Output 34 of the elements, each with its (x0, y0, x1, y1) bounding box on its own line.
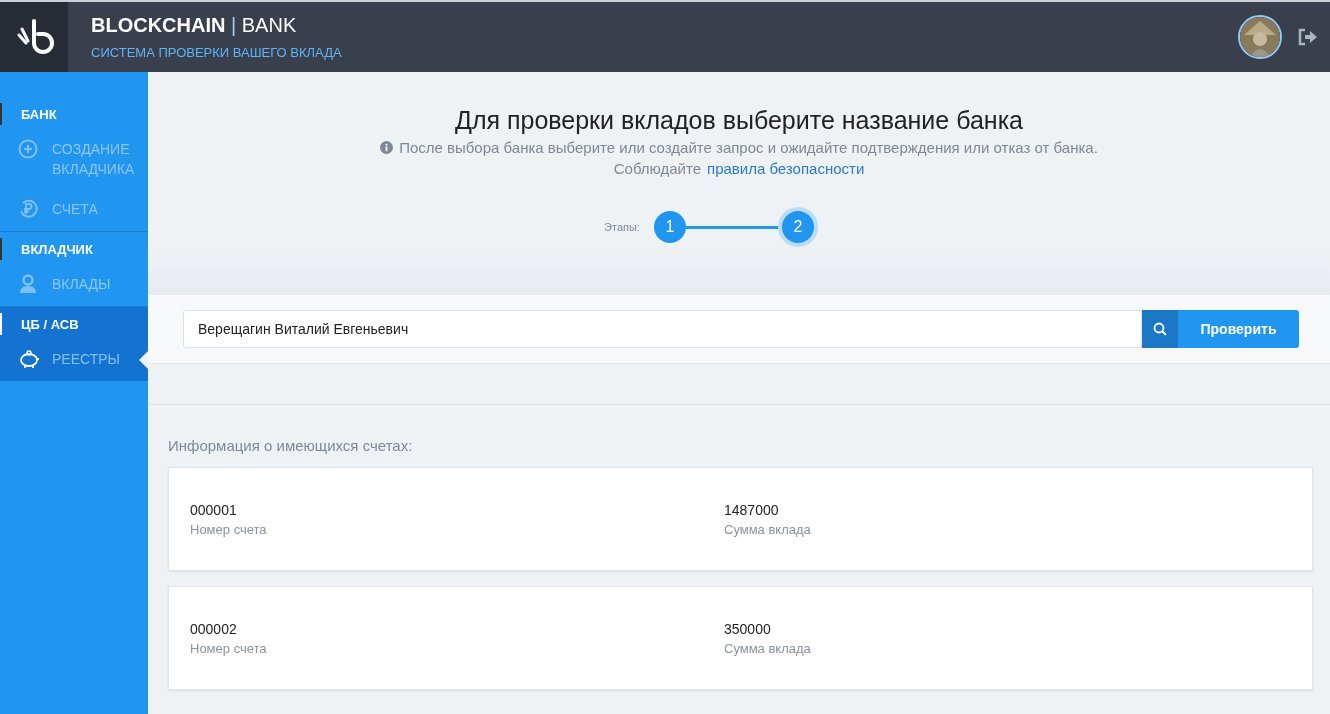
deposit-amount: 350000 (724, 620, 772, 637)
ruble-icon (18, 199, 38, 219)
check-button[interactable]: Проверить (1178, 310, 1299, 348)
user-icon (18, 274, 38, 294)
section-title: ВКЛАДЧИК (21, 241, 93, 257)
step-marker: 1 (653, 211, 686, 243)
plus-icon (18, 139, 38, 159)
sidebar-item[interactable]: СЧЕТА (0, 191, 148, 231)
logo-icon (0, 2, 68, 72)
step-marker: 2 (781, 211, 814, 243)
info-icon (380, 141, 394, 154)
account-number: 000001 (190, 501, 238, 518)
avatar[interactable] (1238, 15, 1282, 59)
sidebar-item[interactable]: СОЗДАНИЕ ВКЛАДЧИКА (0, 131, 148, 191)
field-label: Сумма вклада (724, 521, 812, 537)
section-title: БАНК (21, 106, 57, 122)
field-label: Сумма вклада (724, 640, 812, 656)
section-title: ЦБ / АСВ (21, 316, 79, 332)
field-label: Номер счета (190, 521, 268, 537)
search-field[interactable]: Верещагин Виталий Евгеньевич (183, 310, 1142, 348)
field-label: Номер счета (190, 640, 268, 656)
app-title: BLOCKCHAIN | BANK (91, 14, 298, 37)
account-number: 000002 (190, 620, 238, 637)
section-heading: Информация о имеющихся счетах: (168, 437, 414, 454)
deposit-amount: 1487000 (724, 501, 780, 518)
sidebar-item[interactable]: ВКЛАДЫ (0, 266, 148, 306)
rules-link[interactable]: правила безопасности (707, 160, 865, 177)
page-title: Для проверки вкладов выберите название банка (453, 106, 1025, 135)
app-subtitle: СИСТЕМА ПРОВЕРКИ ВАШЕГО ВКЛАДА (91, 45, 342, 60)
hint-text: После выбора банка выберите или создайте запрос и ожидайте подтверждения или отказ от банка. (399, 139, 1098, 156)
piggy-bank-icon (18, 349, 40, 369)
steps-label: Этапы: (604, 221, 640, 233)
search-icon[interactable] (1142, 310, 1178, 348)
rules-text: Соблюдайте правила безопасности (612, 160, 866, 177)
